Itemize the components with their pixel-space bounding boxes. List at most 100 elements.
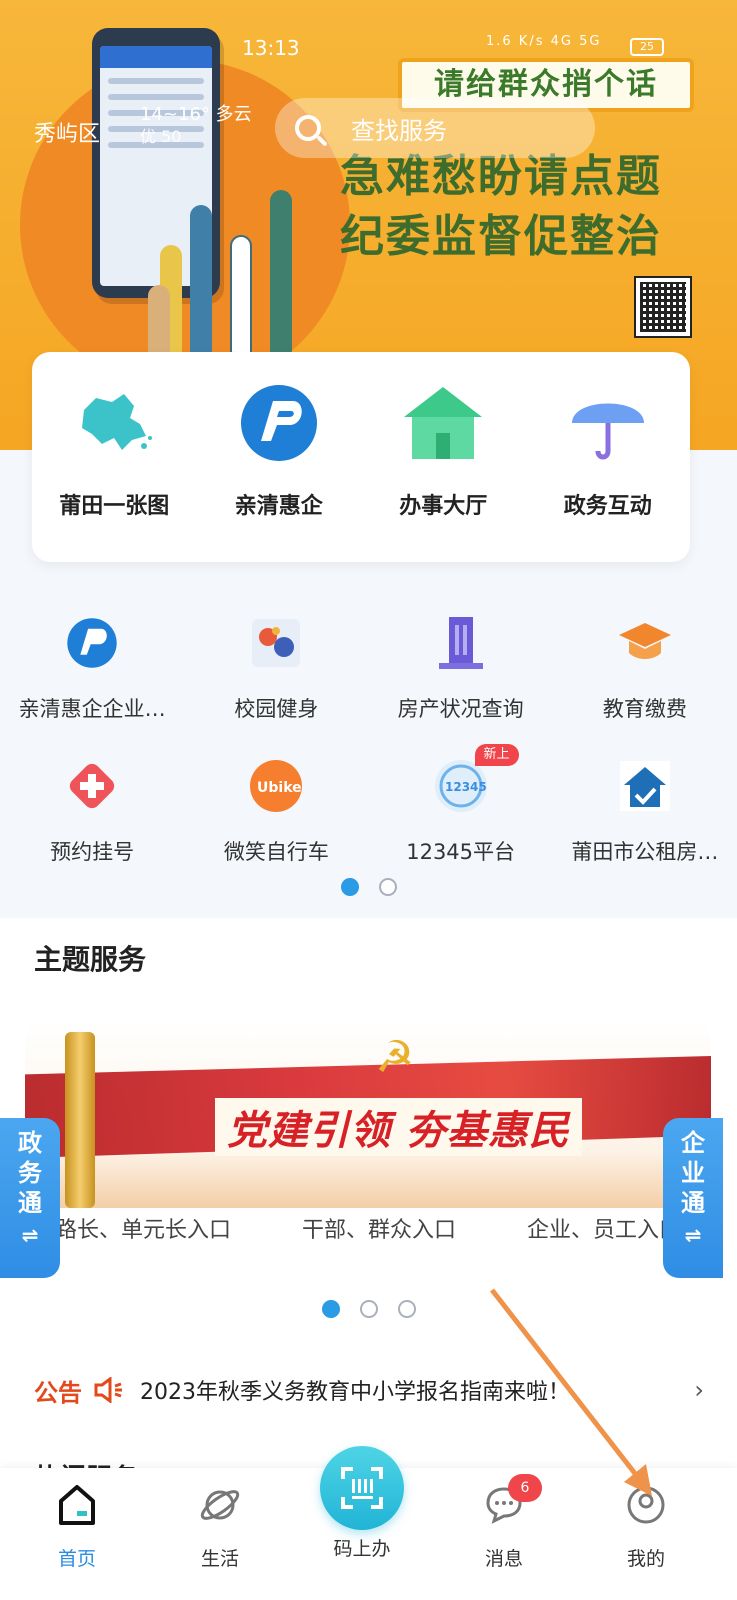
grid-label: 教育缴费 bbox=[602, 697, 687, 721]
quick-label-map: 莆田一张图 bbox=[59, 494, 170, 519]
grid-label: 亲清惠企企业… bbox=[18, 697, 166, 721]
tab-label-mine: 我的 bbox=[626, 1548, 665, 1570]
notice-text: 2023年秋季义务教育中小学报名指南来啦！ bbox=[140, 1380, 570, 1405]
user-icon bbox=[623, 1482, 669, 1528]
party-building-banner[interactable]: ☭ 党建引领 夯基惠民 bbox=[25, 1020, 711, 1208]
party-emblem-icon: ☭ bbox=[375, 1032, 415, 1083]
tab-mine[interactable]: 我的 bbox=[596, 1468, 696, 1600]
tab-label-messages: 消息 bbox=[484, 1548, 523, 1570]
tab-home[interactable]: 首页 bbox=[27, 1468, 127, 1600]
grid-item-12345[interactable]: 12345 12345平台 新上 bbox=[369, 744, 553, 891]
battery-icon: 25 bbox=[630, 38, 664, 56]
planet-icon bbox=[197, 1482, 243, 1528]
huabiao-pillar bbox=[65, 1032, 95, 1208]
side-tab-char: 通 bbox=[18, 1189, 42, 1217]
grid-label: 房产状况查询 bbox=[397, 697, 524, 721]
search-placeholder: 查找服务 bbox=[351, 116, 447, 145]
switch-arrows-icon: ⇌ bbox=[21, 1223, 39, 1247]
signal-icons: 1.6 K/s 4G 5G bbox=[486, 34, 602, 49]
chevron-right-icon[interactable]: › bbox=[694, 1376, 704, 1404]
pager-dot-active[interactable] bbox=[340, 878, 359, 896]
status-time: 13:13 bbox=[242, 36, 300, 60]
grid-item-ubike[interactable]: Ubike 微笑自行车 bbox=[184, 748, 368, 891]
quick-label-qinqing: 亲清惠企 bbox=[234, 494, 323, 519]
pager-dot-active[interactable] bbox=[321, 1300, 340, 1318]
speaker-icon bbox=[92, 1376, 126, 1404]
grid-item-property-query[interactable]: 房产状况查询 bbox=[369, 605, 553, 748]
pager-dot[interactable] bbox=[378, 878, 397, 896]
side-tab-char: 务 bbox=[18, 1159, 42, 1187]
weather-widget[interactable]: 14~16° 多云 优 50 bbox=[140, 104, 252, 148]
quick-label-hall: 办事大厅 bbox=[399, 494, 488, 519]
search-icon bbox=[295, 115, 321, 141]
grid-label: 校园健身 bbox=[234, 697, 319, 721]
pager-dot[interactable] bbox=[397, 1300, 416, 1318]
status-bar: 13:13 1.6 K/s 4G 5G 25 bbox=[0, 0, 737, 60]
tab-label-home: 首页 bbox=[57, 1548, 96, 1570]
house-check-icon bbox=[617, 758, 673, 814]
home-icon bbox=[54, 1482, 100, 1528]
theme-pager[interactable] bbox=[0, 1300, 737, 1318]
grid-item-public-housing[interactable]: 莆田市公租房… bbox=[553, 748, 737, 891]
banner-slogan-line2: 纪委监督促整治 bbox=[340, 211, 662, 262]
weather-text: 14~16° 多云 bbox=[140, 104, 252, 125]
notice-tag: 公告 bbox=[34, 1378, 82, 1407]
search-bar[interactable]: 查找服务 bbox=[275, 98, 595, 158]
grid-item-qinqing-enterprise[interactable]: 亲清惠企企业… bbox=[0, 605, 184, 748]
tab-life[interactable]: 生活 bbox=[170, 1468, 270, 1600]
grid-item-education-fee[interactable]: 教育缴费 bbox=[553, 605, 737, 748]
medical-cross-icon bbox=[64, 758, 120, 814]
ubike-icon: Ubike bbox=[248, 758, 304, 814]
qinqing-logo-icon bbox=[236, 380, 322, 466]
grid-item-campus-fitness[interactable]: 校园健身 bbox=[184, 605, 368, 748]
notice-bar[interactable]: 公告 2023年秋季义务教育中小学报名指南来啦！ › bbox=[34, 1370, 704, 1410]
svg-text:12345: 12345 bbox=[445, 780, 487, 794]
scan-frame-icon bbox=[341, 1467, 383, 1509]
quick-label-interaction: 政务互动 bbox=[563, 494, 652, 519]
grid-label: 莆田市公租房… bbox=[571, 840, 719, 864]
umbrella-icon bbox=[565, 380, 651, 466]
switch-arrows-icon: ⇌ bbox=[684, 1223, 702, 1247]
service-grid-pager[interactable] bbox=[0, 878, 737, 896]
section-title-theme: 主题服务 bbox=[34, 943, 147, 976]
new-badge: 新上 bbox=[474, 744, 519, 766]
quick-item-map[interactable]: 莆田一张图 bbox=[32, 352, 197, 562]
side-tab-char: 通 bbox=[681, 1189, 705, 1217]
map-icon bbox=[71, 380, 157, 466]
grid-label: 微笑自行车 bbox=[223, 840, 329, 864]
entrance-enterprise[interactable]: 企业、员工入口 bbox=[527, 1212, 681, 1262]
svg-text:Ubike: Ubike bbox=[257, 780, 302, 796]
air-quality: 优 50 bbox=[140, 127, 182, 146]
tab-label-life: 生活 bbox=[200, 1548, 239, 1570]
graduation-cap-icon bbox=[617, 615, 673, 671]
side-tab-government[interactable]: 政 务 通 ⇌ bbox=[0, 1118, 60, 1278]
hotline-12345-icon: 12345 bbox=[433, 758, 489, 814]
qinqing-logo-icon bbox=[64, 615, 120, 671]
grid-label: 12345平台 bbox=[406, 840, 516, 864]
qr-code bbox=[634, 276, 692, 338]
location-selector[interactable]: 秀屿区 bbox=[34, 116, 100, 148]
banner-people-illustration bbox=[140, 175, 310, 355]
service-grid: 亲清惠企企业… 校园健身 房产状况查询 教育缴费 预约挂号 Ubike 微笑自行… bbox=[0, 605, 737, 891]
hall-icon bbox=[400, 380, 486, 466]
pager-dot[interactable] bbox=[359, 1300, 378, 1318]
scan-code-button[interactable] bbox=[320, 1446, 404, 1530]
quick-item-hall[interactable]: 办事大厅 bbox=[361, 352, 526, 562]
party-banner-title: 党建引领 夯基惠民 bbox=[215, 1098, 582, 1156]
side-tab-char: 政 bbox=[18, 1129, 42, 1157]
entrance-road-chief[interactable]: 路长、单元长入口 bbox=[55, 1212, 231, 1262]
quick-item-qinqing[interactable]: 亲清惠企 bbox=[197, 352, 362, 562]
side-tab-char: 业 bbox=[681, 1159, 705, 1187]
message-count-badge: 6 bbox=[508, 1474, 542, 1502]
quick-services-card: 莆田一张图 亲清惠企 办事大厅 政务互动 bbox=[32, 352, 690, 562]
entrance-cadre-public[interactable]: 干部、群众入口 bbox=[302, 1212, 456, 1262]
entrance-links: 路长、单元长入口 干部、群众入口 企业、员工入口 bbox=[25, 1212, 711, 1262]
building-icon bbox=[433, 615, 489, 671]
campus-fitness-icon bbox=[248, 615, 304, 671]
grid-label: 预约挂号 bbox=[50, 840, 135, 864]
quick-item-interaction[interactable]: 政务互动 bbox=[526, 352, 691, 562]
side-tab-char: 企 bbox=[681, 1129, 705, 1157]
tab-label-scan[interactable]: 码上办 bbox=[320, 1534, 404, 1561]
grid-item-appointment[interactable]: 预约挂号 bbox=[0, 748, 184, 891]
side-tab-enterprise[interactable]: 企 业 通 ⇌ bbox=[663, 1118, 723, 1278]
